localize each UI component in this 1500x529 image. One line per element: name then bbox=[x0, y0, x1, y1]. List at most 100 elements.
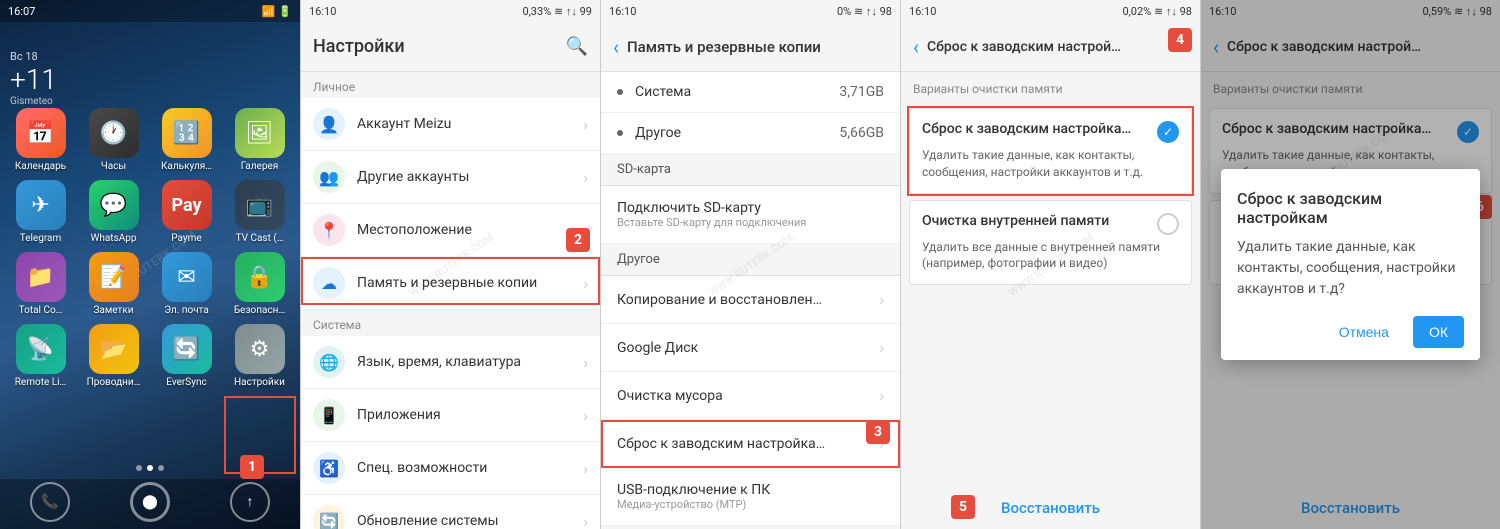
reset-statusbar: 16:10 0,02% ≋ ↑↓ 98 bbox=[901, 0, 1200, 22]
step-4-badge: 4 bbox=[1168, 28, 1192, 52]
mail-icon: ✉ bbox=[162, 252, 212, 302]
tv-icon: 📺 bbox=[235, 180, 285, 230]
app-label: EverSync bbox=[166, 377, 206, 388]
nav-back-button[interactable]: ↑ bbox=[230, 482, 270, 522]
app-label: WhatsApp bbox=[90, 233, 136, 244]
app-total[interactable]: 📁 Total Co… bbox=[8, 252, 73, 316]
reset-option-1[interactable]: Сброс к заводским настройка… Удалить так… bbox=[909, 108, 1192, 194]
option1-desc: Удалить такие данные, как контакты, сооб… bbox=[922, 147, 1179, 181]
phone-button[interactable]: 📞 bbox=[30, 482, 70, 522]
search-icon[interactable]: 🔍 bbox=[566, 36, 588, 57]
calendar-icon: 📅 bbox=[16, 108, 66, 158]
usb-item[interactable]: USB-подключение к ПК Медиа-устройство (М… bbox=[601, 468, 900, 526]
factory-reset-item[interactable]: Сброс к заводским настройка… › bbox=[601, 420, 900, 468]
other-section: Другое bbox=[601, 244, 900, 276]
settings-item-apps[interactable]: 📱 Приложения › bbox=[301, 389, 600, 442]
ok-button[interactable]: ОК bbox=[1413, 316, 1464, 348]
app-whatsapp[interactable]: 💬 WhatsApp bbox=[81, 180, 146, 244]
app-security[interactable]: 🔒 Безопасн… bbox=[227, 252, 292, 316]
apps-label: Приложения bbox=[357, 407, 583, 423]
cleanup-item[interactable]: Очистка мусора › bbox=[601, 372, 900, 420]
app-label: Безопасн… bbox=[234, 305, 285, 316]
settings-item-account[interactable]: 👤 Аккаунт Meizu › bbox=[301, 98, 600, 151]
account-icon: 👤 bbox=[313, 108, 345, 140]
option2-title: Очистка внутренней памяти bbox=[922, 213, 1149, 229]
cancel-button[interactable]: Отмена bbox=[1323, 316, 1405, 348]
reset-header: ‹ Сброс к заводским настрой… bbox=[901, 22, 1200, 72]
arrow-icon: › bbox=[583, 274, 588, 293]
app-payme[interactable]: Pay Payme bbox=[154, 180, 219, 244]
notes-icon: 📝 bbox=[89, 252, 139, 302]
arrow-icon: › bbox=[583, 115, 588, 134]
settings-item-language[interactable]: 🌐 Язык, время, клавиатура › bbox=[301, 336, 600, 389]
sd-connect-item[interactable]: Подключить SD-карту Вставьте SD-карту дл… bbox=[601, 186, 900, 244]
cleanup-label: Очистка мусора bbox=[617, 388, 879, 404]
backup-restore-label: Копирование и восстановлен… bbox=[617, 292, 879, 308]
arrow-icon: › bbox=[879, 338, 884, 357]
app-tv[interactable]: 📺 TV Cast (… bbox=[227, 180, 292, 244]
settings-item-location[interactable]: 📍 Местоположение › bbox=[301, 204, 600, 257]
sd-hint: Вставьте SD-карту для подключения bbox=[617, 216, 806, 229]
settings-statusbar: 16:10 0,33% ≋ ↑↓ 99 bbox=[301, 0, 600, 22]
step-1-badge: 1 bbox=[240, 455, 264, 479]
memory-time: 16:10 bbox=[609, 5, 636, 18]
arrow-icon: › bbox=[583, 459, 588, 478]
app-notes[interactable]: 📝 Заметки bbox=[81, 252, 146, 316]
app-clock[interactable]: 🕐 Часы bbox=[81, 108, 146, 172]
settings-item-other-accounts[interactable]: 👥 Другие аккаунты › bbox=[301, 151, 600, 204]
remote-icon: 📡 bbox=[16, 324, 66, 374]
app-telegram[interactable]: ✈ Telegram bbox=[8, 180, 73, 244]
back-button[interactable]: ‹ bbox=[613, 35, 619, 59]
other-accounts-icon: 👥 bbox=[313, 161, 345, 193]
clock-icon: 🕐 bbox=[89, 108, 139, 158]
backup-restore-item[interactable]: Копирование и восстановлен… › bbox=[601, 276, 900, 324]
dialog-title: Сброс к заводским настройкам bbox=[1237, 189, 1464, 227]
other-label: Другое bbox=[635, 125, 839, 141]
app-files[interactable]: 📂 Проводни… bbox=[81, 324, 146, 388]
home-status-icons: 📶 🔋 bbox=[262, 5, 292, 18]
app-eversync[interactable]: 🔄 EverSync bbox=[154, 324, 219, 388]
memory-icon: ☁ bbox=[313, 267, 345, 299]
settings-item-memory[interactable]: ☁ Память и резервные копии › bbox=[301, 257, 600, 310]
dot bbox=[617, 130, 623, 136]
settings-status-icons: 0,33% ≋ ↑↓ 99 bbox=[522, 5, 592, 18]
calc-icon: 🔢 bbox=[162, 108, 212, 158]
reset-option-2[interactable]: Очистка внутренней памяти Удалить все да… bbox=[909, 200, 1192, 286]
weather-temp: +11 bbox=[10, 63, 57, 96]
eversync-icon: 🔄 bbox=[162, 324, 212, 374]
security-icon: 🔒 bbox=[235, 252, 285, 302]
google-drive-label: Google Диск bbox=[617, 340, 879, 356]
other-accounts-label: Другие аккаунты bbox=[357, 169, 583, 185]
app-calc[interactable]: 🔢 Калькуля… bbox=[154, 108, 219, 172]
home-button[interactable]: ⬤ bbox=[130, 482, 170, 522]
memory-content: Система 3,71GB Другое 5,66GB SD-карта По… bbox=[601, 72, 900, 526]
other-storage-item: Другое 5,66GB bbox=[601, 113, 900, 154]
back-button[interactable]: ‹ bbox=[913, 35, 919, 59]
app-remote[interactable]: 📡 Remote Li… bbox=[8, 324, 73, 388]
dot-1 bbox=[136, 465, 142, 471]
app-gallery[interactable]: 🖼 Галерея bbox=[227, 108, 292, 172]
arrow-icon: › bbox=[583, 406, 588, 425]
app-settings[interactable]: ⚙ Настройки bbox=[227, 324, 292, 388]
option1-radio[interactable] bbox=[1157, 121, 1179, 143]
settings-title: Настройки bbox=[313, 36, 566, 57]
home-screen: 16:07 📶 🔋 Вс 18 +11 Gismeteo 📅 Календарь… bbox=[0, 0, 300, 529]
app-calendar[interactable]: 📅 Календарь bbox=[8, 108, 73, 172]
accessibility-icon: ♿ bbox=[313, 452, 345, 484]
app-label: Галерея bbox=[241, 161, 278, 172]
google-drive-item[interactable]: Google Диск › bbox=[601, 324, 900, 372]
section-personal: Личное bbox=[301, 72, 600, 98]
arrow-icon: › bbox=[583, 512, 588, 529]
dot bbox=[617, 89, 623, 95]
restore-button[interactable]: Восстановить bbox=[1001, 499, 1100, 517]
app-label: Remote Li… bbox=[15, 377, 67, 388]
settings-app-icon: ⚙ bbox=[235, 324, 285, 374]
account-label: Аккаунт Meizu bbox=[357, 116, 583, 132]
option2-radio[interactable] bbox=[1157, 213, 1179, 235]
settings-screen: 16:10 0,33% ≋ ↑↓ 99 Настройки 🔍 Личное 👤… bbox=[300, 0, 600, 529]
app-label: Календарь bbox=[15, 161, 66, 172]
app-mail[interactable]: ✉ Эл. почта bbox=[154, 252, 219, 316]
settings-item-update[interactable]: 🔄 Обновление системы › bbox=[301, 495, 600, 529]
settings-item-accessibility[interactable]: ♿ Спец. возможности › bbox=[301, 442, 600, 495]
accessibility-label: Спец. возможности bbox=[357, 460, 583, 476]
